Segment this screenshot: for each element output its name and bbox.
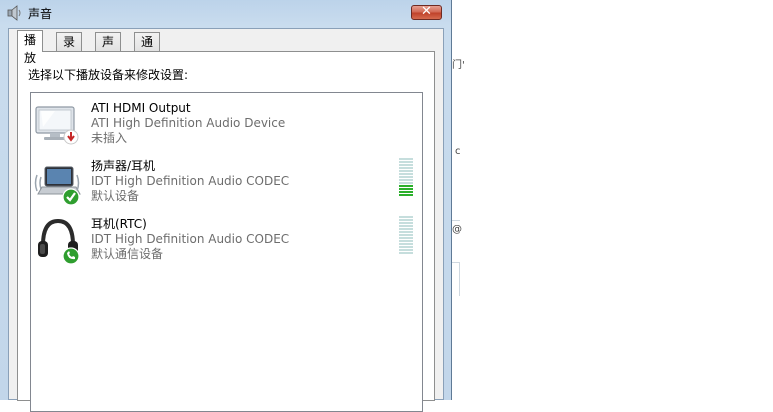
headphones-icon (38, 218, 80, 265)
meter-bar (399, 173, 413, 175)
device-driver: ATI High Definition Audio Device (91, 116, 286, 130)
playback-device-list[interactable]: ATI HDMI Output ATI High Definition Audi… (30, 92, 423, 412)
background-text-fragment: 门' (452, 60, 465, 71)
device-status: 默认设备 (91, 189, 140, 203)
meter-bar (399, 170, 413, 172)
laptop-speakers-icon (34, 166, 81, 206)
close-icon: ✕ (421, 4, 432, 19)
speaker-icon (7, 5, 21, 21)
meter-bar (399, 161, 413, 163)
tab-communications[interactable]: 通信 (134, 32, 161, 67)
communications-phone-badge-icon (62, 247, 80, 265)
volume-level-meter (399, 216, 413, 255)
meter-bar (399, 191, 413, 193)
meter-bar (399, 246, 413, 248)
meter-bar (399, 219, 413, 221)
meter-bar (399, 249, 413, 251)
device-driver: IDT High Definition Audio CODEC (91, 174, 290, 188)
device-status: 未插入 (91, 131, 128, 145)
meter-bar (399, 194, 413, 196)
device-driver: IDT High Definition Audio CODEC (91, 232, 290, 246)
meter-bar (399, 158, 413, 160)
device-item-headphones-rtc[interactable]: 耳机(RTC) IDT High Definition Audio CODEC … (31, 213, 422, 271)
instruction-text: 选择以下播放设备来修改设置: (28, 68, 189, 82)
playback-panel: 选择以下播放设备来修改设置: ATI HDMI Output ATI High … (17, 51, 435, 412)
monitor-icon (35, 106, 79, 145)
meter-bar (399, 228, 413, 230)
meter-bar (399, 231, 413, 233)
meter-bar (399, 176, 413, 178)
device-text: 扬声器/耳机 IDT High Definition Audio CODEC 默… (91, 159, 289, 204)
title-bar[interactable]: 声音 ✕ (0, 0, 452, 26)
unplugged-badge-icon (63, 129, 79, 145)
background-text-fragment: c (455, 146, 461, 157)
meter-bar (399, 188, 413, 190)
device-name: ATI HDMI Output (91, 101, 191, 115)
tab-recording[interactable]: 录制 (56, 32, 83, 67)
meter-bar (399, 185, 413, 187)
volume-level-meter (399, 158, 413, 197)
sound-dialog-window: 声音 ✕ 播放 录制 声音 通信 选择以下播放设备来修改设置: (0, 0, 452, 412)
device-item-ati-hdmi[interactable]: ATI HDMI Output ATI High Definition Audi… (31, 97, 422, 155)
device-name: 扬声器/耳机 (91, 159, 156, 173)
default-check-badge-icon (62, 188, 80, 206)
tab-sounds[interactable]: 声音 (95, 32, 122, 67)
background-divider (452, 220, 460, 221)
meter-bar (399, 240, 413, 242)
dialog-body: 播放 录制 声音 通信 选择以下播放设备来修改设置: (8, 28, 444, 412)
meter-bar (399, 243, 413, 245)
device-text: 耳机(RTC) IDT High Definition Audio CODEC … (91, 217, 289, 262)
meter-bar (399, 179, 413, 181)
meter-bar (399, 237, 413, 239)
meter-bar (399, 164, 413, 166)
window-title: 声音 (28, 7, 53, 21)
meter-bar (399, 225, 413, 227)
meter-bar (399, 252, 413, 254)
meter-bar (399, 222, 413, 224)
device-text: ATI HDMI Output ATI High Definition Audi… (91, 101, 285, 146)
device-item-speakers-headphones[interactable]: 扬声器/耳机 IDT High Definition Audio CODEC 默… (31, 155, 422, 213)
background-divider (459, 262, 460, 296)
device-name: 耳机(RTC) (91, 217, 147, 231)
meter-bar (399, 216, 413, 218)
background-text-fragment: @ (452, 224, 462, 235)
device-status: 默认通信设备 (91, 247, 164, 261)
meter-bar (399, 182, 413, 184)
meter-bar (399, 234, 413, 236)
meter-bar (399, 167, 413, 169)
close-button[interactable]: ✕ (411, 4, 442, 20)
tab-playback[interactable]: 播放 (17, 30, 44, 65)
